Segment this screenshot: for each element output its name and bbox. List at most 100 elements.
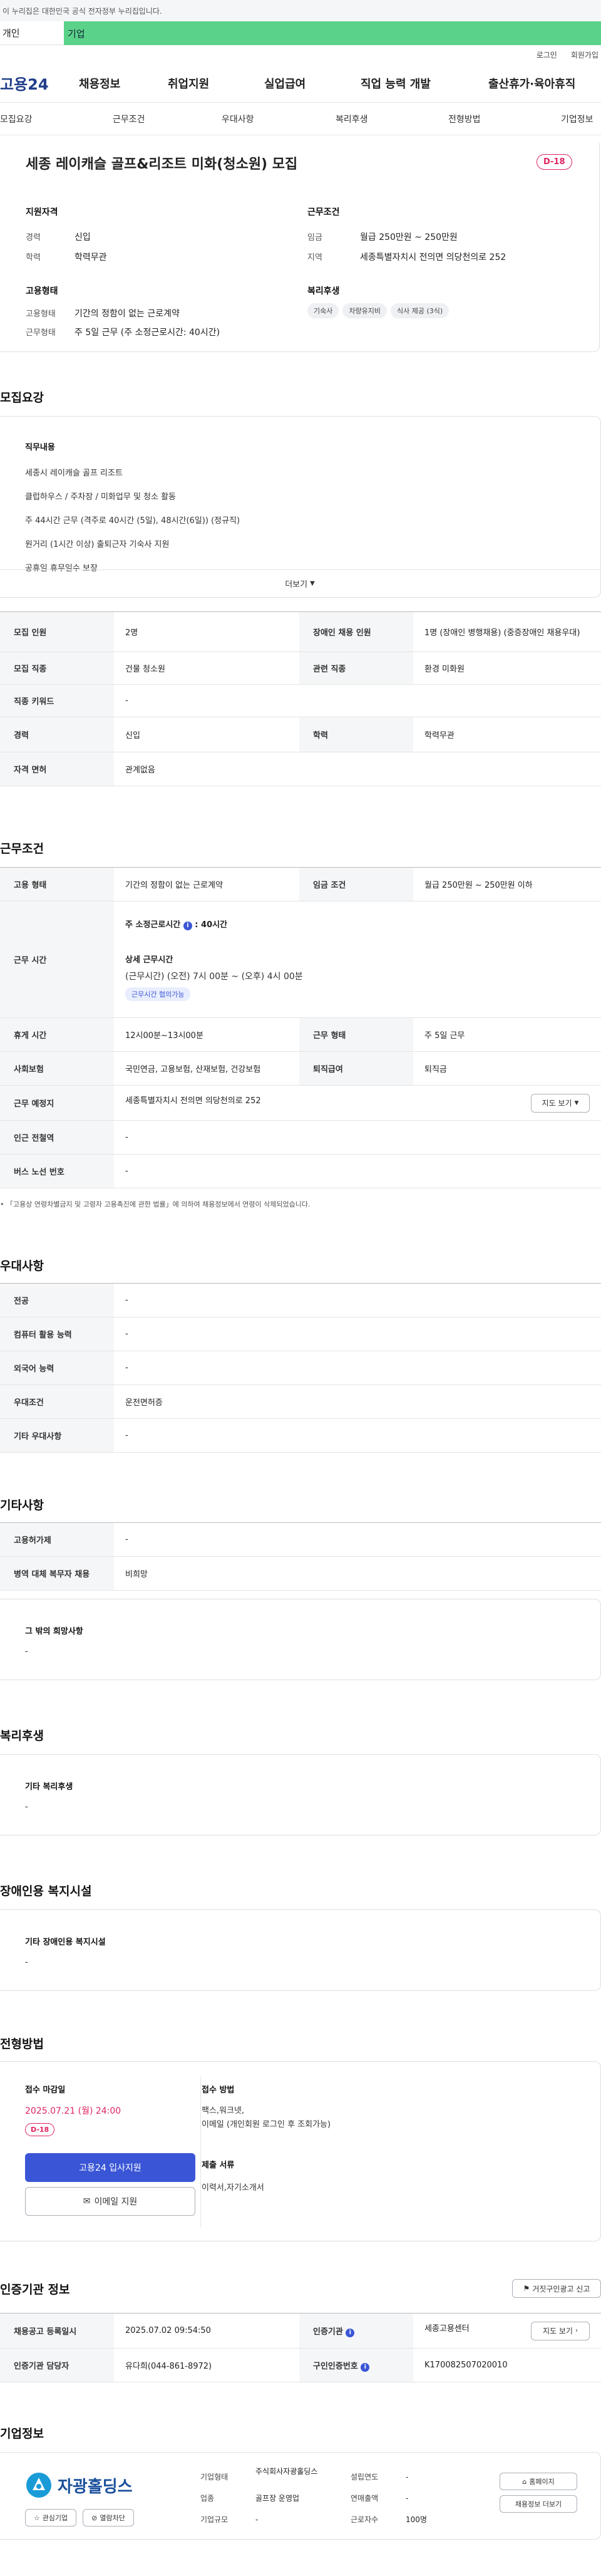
hours-std-label: 주 소정근로시간 bbox=[125, 920, 181, 930]
row-value: 국민연금, 고용보험, 산재보험, 건강보험 bbox=[114, 1051, 299, 1086]
map-button[interactable]: 지도 보기 ▼ bbox=[531, 1093, 590, 1113]
row-value: - bbox=[114, 1418, 601, 1453]
login-link[interactable]: 로그인 bbox=[537, 49, 557, 60]
hide-label: 열람차단 bbox=[100, 2514, 125, 2522]
row-label: 휴게 시간 bbox=[0, 1017, 114, 1052]
info-icon[interactable]: i bbox=[346, 2328, 355, 2337]
more-button[interactable]: 더보기 ▼ bbox=[0, 569, 600, 597]
career-value: 신입 bbox=[74, 232, 91, 242]
gnb-item[interactable]: 취업지원 bbox=[168, 75, 264, 91]
section-nav: 모집요강 근무조건 우대사항 복리후생 전형방법 기업정보 bbox=[0, 103, 601, 135]
flag-icon: ⚑ bbox=[523, 2284, 530, 2293]
hours-std-value: 40시간 bbox=[201, 920, 228, 930]
info-icon[interactable]: i bbox=[361, 2362, 370, 2372]
email-apply-button[interactable]: ✉ 이메일 지원 bbox=[25, 2187, 195, 2216]
gnb-item[interactable]: 직업 능력 개발 bbox=[361, 75, 488, 91]
hope-title: 그 밖의 희망사항 bbox=[25, 1627, 83, 1636]
gnb-item[interactable]: 채용정보 bbox=[79, 75, 168, 91]
row-label: 자격 면허 bbox=[0, 752, 114, 786]
row-label: 직종 키워드 bbox=[0, 684, 114, 717]
hope-value: - bbox=[25, 1647, 28, 1656]
subnav-item[interactable]: 모집요강 bbox=[0, 113, 113, 125]
row-value: 2명 bbox=[114, 611, 299, 652]
star-icon: ☆ bbox=[33, 2513, 40, 2522]
subnav-item[interactable]: 복리후생 bbox=[336, 113, 448, 125]
type-value: 주식회사자광홀딩스 bbox=[255, 2467, 318, 2476]
row-value: 운전면허증 bbox=[114, 1384, 601, 1419]
row-value: 주 5일 근무 bbox=[413, 1017, 601, 1052]
row-label: 고용 형태 bbox=[0, 867, 114, 901]
row-value: 건물 청소원 bbox=[114, 652, 299, 685]
more-label: 더보기 bbox=[285, 580, 308, 589]
row-label: 관련 직종 bbox=[299, 652, 413, 685]
size-value: - bbox=[255, 2515, 259, 2524]
agency-table: 채용공고 등록일시 2025.07.02 09:54:50 인증기관 i 세종고용센터… bbox=[0, 2313, 601, 2382]
row-label: 모집 직종 bbox=[0, 652, 114, 685]
place-cell: 세종특별자치시 전의면 의당천의로 252 지도 보기 ▼ bbox=[114, 1085, 601, 1121]
section-title-etc: 기타사항 bbox=[0, 1498, 44, 1512]
util-bar: 로그인 회원가입 bbox=[0, 45, 601, 64]
wage-label: 임금 bbox=[307, 233, 322, 242]
duty-line: 세종시 레이캐슬 골프 리조트 bbox=[25, 469, 123, 478]
dday-badge: D-18 bbox=[25, 2123, 55, 2136]
favorite-company-button[interactable]: ☆ 관심기업 bbox=[25, 2509, 76, 2527]
global-nav: 고용24 채용정보 취업지원 실업급여 직업 능력 개발 출산휴가·육아휴직 bbox=[0, 64, 601, 103]
tab-corp[interactable]: 기업 bbox=[64, 21, 601, 45]
gnb-item[interactable]: 출산휴가·육아휴직 bbox=[488, 75, 575, 91]
company-card: 자광홀딩스 ☆ 관심기업 ⊘ 열람차단 기업형태 업종 기업규모 주식회사자광홀딩스… bbox=[0, 2452, 601, 2540]
homepage-button[interactable]: ⌂ 홈페이지 bbox=[500, 2473, 577, 2490]
row-label: 경력 bbox=[0, 717, 114, 752]
tab-person[interactable]: 개인 bbox=[0, 21, 64, 45]
row-value: 12시00분~13시00분 bbox=[114, 1017, 299, 1052]
row-label: 고용허가제 bbox=[0, 1522, 114, 1557]
company-values-2: - - 100명 bbox=[406, 2466, 427, 2530]
emp-type-value: 기간의 정함이 없는 근로계약 bbox=[74, 309, 180, 319]
row-label: 임금 조건 bbox=[299, 867, 413, 901]
row-value: - bbox=[114, 1351, 601, 1385]
region-label: 지역 bbox=[307, 253, 322, 262]
emp-value: 100명 bbox=[406, 2515, 427, 2524]
subnav-item[interactable]: 기업정보 bbox=[561, 113, 593, 125]
site-logo[interactable]: 고용24 bbox=[0, 72, 79, 94]
gov-banner: 이 누리집은 대한민국 공식 전자정부 누리집입니다. bbox=[0, 0, 601, 21]
edu-value: 학력무관 bbox=[74, 252, 107, 262]
screening-card: 접수 마감일 2025.07.21 (월) 24:00 D-18 고용24 입사… bbox=[0, 2061, 601, 2241]
job-title: 세종 레이캐슬 골프&리조트 미화(청소원) 모집 bbox=[26, 157, 298, 172]
join-link[interactable]: 회원가입 bbox=[571, 49, 598, 60]
gnb-item[interactable]: 실업급여 bbox=[264, 75, 361, 91]
welfare-etc-value: - bbox=[25, 1802, 28, 1812]
home-label: 홈페이지 bbox=[529, 2478, 555, 2486]
report-fake-ad-button[interactable]: ⚑ 거짓구인광고 신고 bbox=[512, 2279, 601, 2298]
row-value: - bbox=[114, 1317, 601, 1351]
industry-label: 업종 bbox=[200, 2494, 215, 2503]
row-value: 퇴직금 bbox=[413, 1051, 601, 1086]
row-value: - bbox=[114, 1283, 601, 1317]
row-label: 근무 예정지 bbox=[0, 1085, 114, 1121]
subnav-item[interactable]: 근무조건 bbox=[113, 113, 222, 125]
recruit-table: 모집 인원 2명 장애인 채용 인원 1명 (장애인 병행채용) (중증장애인 채용우… bbox=[0, 611, 601, 786]
section-title-agency: 인증기관 정보 bbox=[0, 2283, 70, 2297]
subnav-item[interactable]: 전형방법 bbox=[448, 113, 561, 125]
row-label: 퇴직급여 bbox=[299, 1051, 413, 1086]
duty-line: 주 44시간 근무 (격주로 40시간 (5일), 48시간(6일)) (정규직… bbox=[25, 516, 240, 526]
section-title-prefer: 우대사항 bbox=[0, 1259, 44, 1273]
map-button-label: 지도 보기 bbox=[543, 2327, 573, 2335]
subnav-item[interactable]: 우대사항 bbox=[222, 113, 336, 125]
agency-map-button[interactable]: 지도 보기 › bbox=[531, 2321, 590, 2340]
row-value: K170082507020010 bbox=[413, 2348, 601, 2382]
more-jobs-button[interactable]: 채용정보 더보기 bbox=[500, 2495, 577, 2513]
industry-value: 골프장 운영업 bbox=[255, 2494, 300, 2503]
welfare-chips: 기숙사 차량유지비 식사 제공 (3식) bbox=[307, 303, 453, 318]
apply-button[interactable]: 고용24 입사지원 bbox=[25, 2153, 195, 2182]
welfare-chip: 차량유지비 bbox=[342, 303, 387, 318]
row-value: - bbox=[114, 1522, 601, 1557]
qual-title: 지원자격 bbox=[26, 207, 58, 217]
deadline-label: 접수 마감일 bbox=[25, 2085, 66, 2095]
company-name: 자광홀딩스 bbox=[58, 2477, 133, 2496]
sales-label: 연매출액 bbox=[351, 2494, 379, 2503]
row-label: 근무 형태 bbox=[299, 1017, 413, 1052]
company-logo-icon bbox=[26, 2473, 51, 2498]
block-view-button[interactable]: ⊘ 열람차단 bbox=[83, 2509, 134, 2527]
company-values-1: 주식회사자광홀딩스 골프장 운영업 - bbox=[255, 2466, 338, 2530]
dday-badge: D-18 bbox=[537, 154, 572, 170]
